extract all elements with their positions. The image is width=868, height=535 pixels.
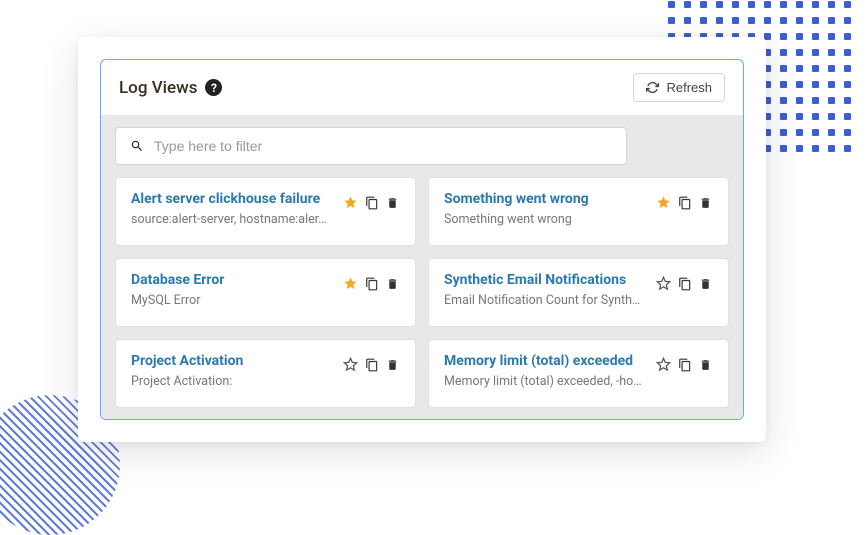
copy-icon[interactable] bbox=[364, 195, 379, 210]
star-icon[interactable] bbox=[343, 276, 358, 291]
inner-bordered-panel: Log Views ? Refresh bbox=[100, 59, 744, 420]
card-title: Memory limit (total) exceeded bbox=[444, 353, 648, 369]
log-view-card[interactable]: Something went wrong Something went wron… bbox=[428, 177, 729, 246]
card-title: Synthetic Email Notifications bbox=[444, 272, 648, 288]
log-view-card[interactable]: Project Activation Project Activation: bbox=[115, 339, 416, 408]
trash-icon[interactable] bbox=[385, 357, 400, 372]
star-icon[interactable] bbox=[343, 195, 358, 210]
card-description: Email Notification Count for Synth… bbox=[444, 293, 648, 308]
refresh-icon bbox=[646, 81, 659, 94]
filter-box[interactable] bbox=[115, 127, 627, 165]
card-title: Alert server clickhouse failure bbox=[131, 191, 335, 207]
card-description: MySQL Error bbox=[131, 293, 335, 308]
copy-icon[interactable] bbox=[677, 276, 692, 291]
log-view-card[interactable]: Memory limit (total) exceeded Memory lim… bbox=[428, 339, 729, 408]
log-view-card[interactable]: Alert server clickhouse failure source:a… bbox=[115, 177, 416, 246]
card-description: Memory limit (total) exceeded, -ho… bbox=[444, 374, 648, 389]
trash-icon[interactable] bbox=[698, 276, 713, 291]
star-icon[interactable] bbox=[343, 357, 358, 372]
search-icon bbox=[130, 139, 144, 153]
copy-icon[interactable] bbox=[677, 195, 692, 210]
copy-icon[interactable] bbox=[364, 357, 379, 372]
filter-input[interactable] bbox=[154, 138, 612, 154]
trash-icon[interactable] bbox=[698, 195, 713, 210]
page-title: Log Views bbox=[119, 78, 197, 98]
card-description: Project Activation: bbox=[131, 374, 335, 389]
help-icon[interactable]: ? bbox=[205, 79, 222, 96]
trash-icon[interactable] bbox=[698, 357, 713, 372]
log-view-card[interactable]: Database Error MySQL Error bbox=[115, 258, 416, 327]
star-icon[interactable] bbox=[656, 195, 671, 210]
content-area: Alert server clickhouse failure source:a… bbox=[101, 115, 743, 420]
panel-header: Log Views ? Refresh bbox=[101, 60, 743, 115]
card-title: Something went wrong bbox=[444, 191, 648, 207]
copy-icon[interactable] bbox=[364, 276, 379, 291]
refresh-label: Refresh bbox=[666, 80, 712, 95]
star-icon[interactable] bbox=[656, 276, 671, 291]
star-icon[interactable] bbox=[656, 357, 671, 372]
log-view-card[interactable]: Synthetic Email Notifications Email Noti… bbox=[428, 258, 729, 327]
card-description: Something went wrong bbox=[444, 212, 648, 227]
log-views-grid: Alert server clickhouse failure source:a… bbox=[115, 177, 729, 408]
trash-icon[interactable] bbox=[385, 195, 400, 210]
card-title: Database Error bbox=[131, 272, 335, 288]
log-views-panel: Log Views ? Refresh bbox=[78, 37, 766, 442]
card-description: source:alert-server, hostname:aler… bbox=[131, 212, 335, 227]
copy-icon[interactable] bbox=[677, 357, 692, 372]
refresh-button[interactable]: Refresh bbox=[633, 73, 725, 102]
card-title: Project Activation bbox=[131, 353, 335, 369]
trash-icon[interactable] bbox=[385, 276, 400, 291]
